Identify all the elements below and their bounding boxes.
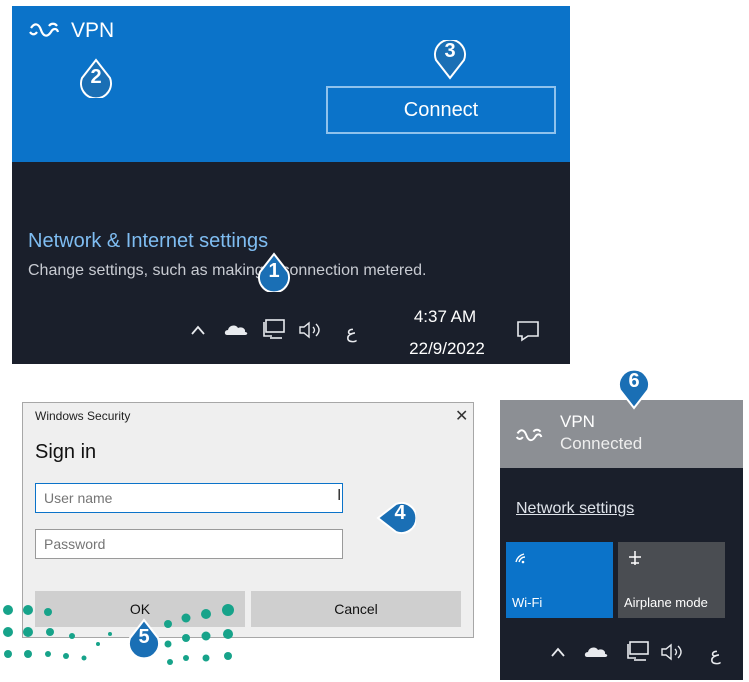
marker-number: 3 xyxy=(444,40,456,62)
airplane-icon xyxy=(629,551,641,565)
vpn-icon xyxy=(515,428,543,442)
network-icon[interactable] xyxy=(262,318,286,340)
network-internet-settings-link[interactable]: Network & Internet settings xyxy=(28,230,268,253)
chevron-up-icon[interactable] xyxy=(190,324,206,336)
username-field[interactable] xyxy=(35,483,343,513)
marker-number: 5 xyxy=(138,626,150,648)
clock-date[interactable]: 22/9/2022 xyxy=(402,339,492,359)
step-marker-6-label: 6 xyxy=(614,366,654,406)
marker-number: 1 xyxy=(268,260,280,282)
vpn-icon xyxy=(29,22,60,37)
marker-number: 2 xyxy=(90,66,102,88)
input-language-indicator[interactable]: ع xyxy=(346,322,357,343)
dots-logo xyxy=(3,604,234,665)
close-icon[interactable]: ✕ xyxy=(455,406,468,426)
network-icon[interactable] xyxy=(626,640,650,662)
wifi-quick-action[interactable]: Wi-Fi xyxy=(506,542,613,618)
chevron-up-icon[interactable] xyxy=(550,646,566,658)
text-cursor-icon: Ι xyxy=(337,487,342,504)
step-marker-1-label: 1 xyxy=(254,256,294,296)
wifi-label: Wi-Fi xyxy=(512,595,543,610)
wifi-icon xyxy=(515,553,526,564)
notifications-icon[interactable] xyxy=(516,320,540,342)
volume-icon[interactable] xyxy=(660,642,686,662)
vpn-status: Connected xyxy=(560,434,643,453)
network-settings-description: Change settings, such as making a connec… xyxy=(28,262,427,279)
sign-in-heading: Sign in xyxy=(35,441,97,463)
step-marker-4-label: 4 xyxy=(380,498,420,538)
connect-button[interactable]: Connect xyxy=(326,86,556,134)
network-settings-link[interactable]: Network settings xyxy=(516,500,634,518)
marker-number: 6 xyxy=(628,370,640,392)
onedrive-icon[interactable] xyxy=(584,644,608,658)
marker-number: 4 xyxy=(394,502,406,524)
dialog-title: Windows Security xyxy=(35,409,131,423)
step-marker-3-label: 3 xyxy=(430,36,470,76)
vpn-name: VPN xyxy=(560,412,595,431)
input-language-indicator[interactable]: ع xyxy=(710,644,721,665)
clock-time[interactable]: 4:37 AM xyxy=(410,307,480,327)
onedrive-icon[interactable] xyxy=(224,322,248,336)
password-field[interactable] xyxy=(35,529,343,559)
step-marker-5-label: 5 xyxy=(124,622,164,662)
airplane-mode-quick-action[interactable]: Airplane mode xyxy=(618,542,725,618)
cancel-button[interactable]: Cancel xyxy=(251,591,461,627)
vpn-name: VPN xyxy=(71,19,115,42)
airplane-mode-label: Airplane mode xyxy=(624,595,708,610)
vpn-connected-flyout: VPN Connected Network settings Wi-Fi Air… xyxy=(500,400,743,680)
vpn-connected-tile[interactable]: VPN Connected xyxy=(500,400,743,468)
volume-icon[interactable] xyxy=(298,320,324,340)
step-marker-2-label: 2 xyxy=(76,62,116,102)
